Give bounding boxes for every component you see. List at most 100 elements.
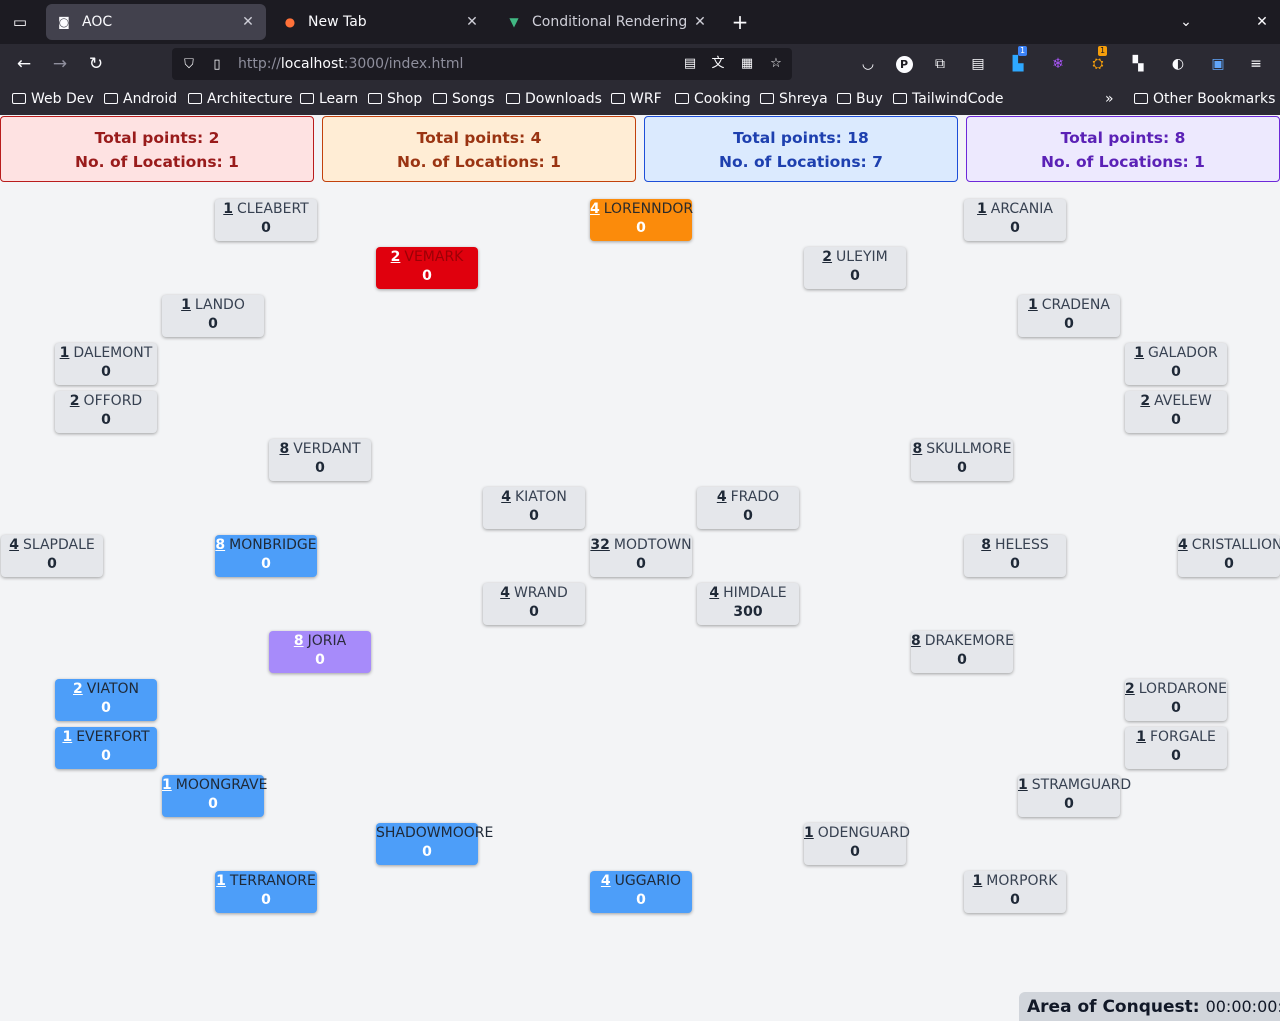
back-arrow-icon[interactable]: ← <box>12 52 36 76</box>
location-galador[interactable]: 1 GALADOR 0 <box>1125 343 1227 385</box>
location-monbridge[interactable]: 8 MONBRIDGE 0 <box>215 535 317 577</box>
bookmark-folder[interactable]: Songs <box>433 91 495 107</box>
location-count-label: No. of Locations: 7 <box>719 153 883 171</box>
bookmark-folder[interactable]: WRF <box>611 91 662 107</box>
close-tab-icon[interactable]: ✕ <box>692 14 708 30</box>
location-cristallion[interactable]: 4 CRISTALLION 0 <box>1178 535 1280 577</box>
cookie-icon[interactable]: ◐ <box>1166 52 1190 76</box>
location-wrand[interactable]: 4 WRAND 0 <box>483 583 585 625</box>
location-modtown[interactable]: 32 MODTOWN 0 <box>590 535 692 577</box>
bookmark-folder[interactable]: Learn <box>300 91 358 107</box>
location-odenguard[interactable]: 1 ODENGUARD 0 <box>804 823 910 865</box>
location-stramguard[interactable]: 1 STRAMGUARD 0 <box>1018 775 1131 817</box>
forward-arrow-icon[interactable]: → <box>48 52 72 76</box>
location-value: 0 <box>315 652 325 668</box>
location-vemark[interactable]: 2 VEMARK 0 <box>376 247 478 289</box>
snowflake-extension-icon[interactable]: ❄ <box>1046 52 1070 76</box>
location-value: 0 <box>422 268 432 284</box>
tab-aoc[interactable]: ◙ AOC ✕ <box>46 4 266 40</box>
location-name: VERDANT <box>293 441 361 457</box>
location-forgale[interactable]: 1 FORGALE 0 <box>1125 727 1227 769</box>
reload-icon[interactable]: ↻ <box>84 52 108 76</box>
location-lando[interactable]: 1 LANDO 0 <box>162 295 264 337</box>
location-name: OFFORD <box>83 393 143 409</box>
reader-view-icon[interactable]: ▤ <box>680 54 700 74</box>
location-offord[interactable]: 2 OFFORD 0 <box>55 391 157 433</box>
translate-icon[interactable]: 文 <box>708 54 728 74</box>
location-value: 0 <box>101 700 111 716</box>
location-slapdale[interactable]: 4 SLAPDALE 0 <box>1 535 103 577</box>
location-skullmore[interactable]: 8 SKULLMORE 0 <box>911 439 1013 481</box>
location-value: 0 <box>529 604 539 620</box>
reading-list-icon[interactable]: ▤ <box>966 52 990 76</box>
close-tab-icon[interactable]: ✕ <box>464 14 480 30</box>
folder-icon <box>1134 93 1148 104</box>
tab-new-tab[interactable]: ● New Tab ✕ <box>272 4 490 40</box>
location-name: ODENGUARD <box>817 825 911 841</box>
list-all-tabs-chevron-icon[interactable]: ⌄ <box>1174 10 1198 34</box>
extension-orange-icon[interactable]: ⛭ 1 <box>1086 46 1110 76</box>
extension-blue-icon[interactable]: ▙ 1 <box>1006 46 1030 76</box>
bookmark-folder[interactable]: Web Dev <box>12 91 94 107</box>
location-viaton[interactable]: 2 VIATON 0 <box>55 679 157 721</box>
location-frado[interactable]: 4 FRADO 0 <box>697 487 799 529</box>
location-arcania[interactable]: 1 ARCANIA 0 <box>964 199 1066 241</box>
translate-extension-icon[interactable]: ▣ <box>1206 52 1230 76</box>
location-shadowmoore[interactable]: SHADOWMOORE 0 <box>376 823 493 865</box>
location-points: 1 <box>1136 729 1146 745</box>
location-cradena[interactable]: 1 CRADENA 0 <box>1018 295 1120 337</box>
location-kiaton[interactable]: 4 KIATON 0 <box>483 487 585 529</box>
location-name: ULEYIM <box>836 249 888 265</box>
bookmark-folder[interactable]: Architecture <box>188 91 293 107</box>
location-lordarone[interactable]: 2 LORDARONE 0 <box>1125 679 1227 721</box>
total-points-label: Total points: 4 <box>416 129 542 147</box>
location-value: 0 <box>1010 892 1020 908</box>
location-terranore[interactable]: 1 TERRANORE 0 <box>215 871 317 913</box>
location-lorenndor[interactable]: 4 LORENNDOR 0 <box>590 199 693 241</box>
location-uggario[interactable]: 4 UGGARIO 0 <box>590 871 692 913</box>
page-info-icon[interactable]: ▯ <box>206 57 228 72</box>
close-window-icon[interactable]: ✕ <box>1250 10 1274 34</box>
new-tab-plus-icon[interactable]: + <box>728 10 752 34</box>
location-points: 4 <box>9 537 19 553</box>
bookmark-folder[interactable]: TailwindCode <box>893 91 1004 107</box>
hamburger-menu-icon[interactable]: ≡ <box>1244 52 1268 76</box>
address-bar[interactable]: ⛉ ▯ http://localhost:3000/index.html ▤ 文… <box>172 48 792 80</box>
grid-apps-icon[interactable]: ▚ <box>1126 52 1150 76</box>
bookmarks-overflow-chevron-icon[interactable]: » <box>1105 91 1114 107</box>
location-cleabert[interactable]: 1 CLEABERT 0 <box>215 199 317 241</box>
bookmark-folder[interactable]: Downloads <box>506 91 602 107</box>
location-joria[interactable]: 8 JORIA 0 <box>269 631 371 673</box>
bookmark-folder[interactable]: Shop <box>368 91 422 107</box>
location-value: 0 <box>1064 316 1074 332</box>
bookmark-folder[interactable]: Android <box>104 91 177 107</box>
team-purple-score-card: Total points: 8 No. of Locations: 1 <box>966 116 1280 182</box>
location-morpork[interactable]: 1 MORPORK 0 <box>964 871 1066 913</box>
url-text[interactable]: http://localhost:3000/index.html <box>238 56 463 72</box>
location-verdant[interactable]: 8 VERDANT 0 <box>269 439 371 481</box>
tab-list-icon[interactable]: ▭ <box>8 10 32 34</box>
close-tab-icon[interactable]: ✕ <box>240 14 256 30</box>
location-points: 8 <box>293 633 304 649</box>
location-dalemont[interactable]: 1 DALEMONT 0 <box>55 343 157 385</box>
shield-icon[interactable]: ⛉ <box>178 57 200 72</box>
location-drakemore[interactable]: 8 DRAKEMORE 0 <box>911 631 1014 673</box>
profile-p-icon[interactable]: P <box>892 52 916 76</box>
location-everfort[interactable]: 1 EVERFORT 0 <box>55 727 157 769</box>
location-himdale[interactable]: 4 HIMDALE 300 <box>697 583 799 625</box>
location-name: FRADO <box>730 489 780 505</box>
bookmark-folder[interactable]: Cooking <box>675 91 751 107</box>
bookmark-folder[interactable]: Shreya <box>760 91 828 107</box>
location-points: 8 <box>279 441 290 457</box>
pocket-icon[interactable]: ◡ <box>856 52 880 76</box>
bookmark-star-icon[interactable]: ☆ <box>766 54 786 74</box>
bookmark-folder[interactable]: Buy <box>837 91 883 107</box>
location-heless[interactable]: 8 HELESS 0 <box>964 535 1066 577</box>
qr-code-icon[interactable]: ▦ <box>737 54 757 74</box>
location-moongrave[interactable]: 1 MOONGRAVE 0 <box>162 775 267 817</box>
location-uleyim[interactable]: 2 ULEYIM 0 <box>804 247 906 289</box>
location-avelew[interactable]: 2 AVELEW 0 <box>1125 391 1227 433</box>
other-bookmarks-folder[interactable]: Other Bookmarks <box>1134 91 1275 107</box>
tab-vue-docs[interactable]: ▼ Conditional Rendering | V ✕ <box>496 4 718 40</box>
extensions-puzzle-icon[interactable]: ⧉ <box>928 52 952 76</box>
